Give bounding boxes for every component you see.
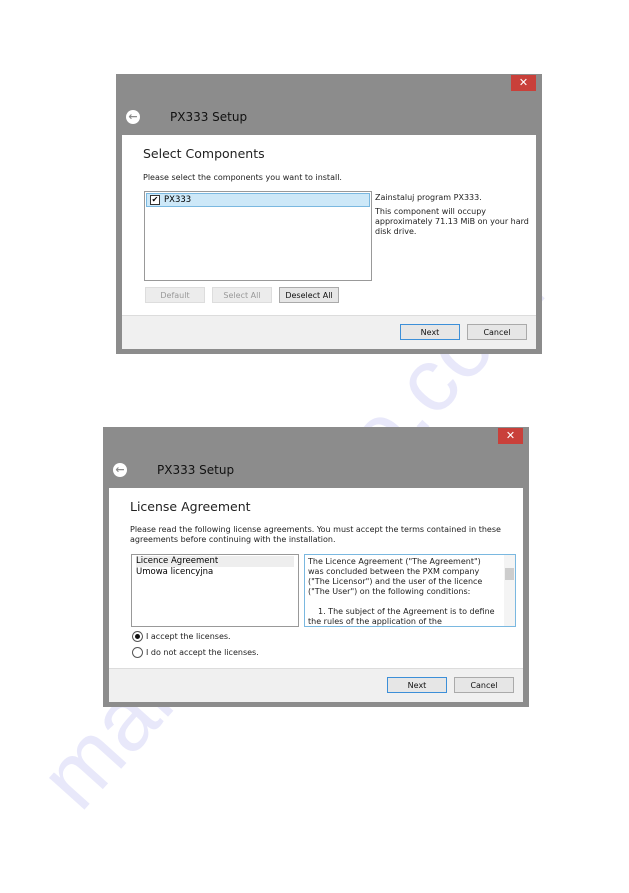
accept-radio[interactable]: [132, 631, 143, 642]
footer: Next Cancel: [122, 315, 536, 349]
window-title: PX333 Setup: [157, 463, 235, 477]
page-heading: License Agreement: [130, 499, 251, 514]
instruction-text: Please select the components you want to…: [143, 173, 342, 182]
instruction-text: Please read the following license agreem…: [130, 525, 501, 544]
close-button[interactable]: ✕: [511, 75, 536, 91]
component-label: PX333: [164, 195, 192, 205]
content-area: Select Components Please select the comp…: [122, 135, 536, 315]
scrollbar[interactable]: [504, 555, 515, 626]
license-text: The Licence Agreement ("The Agreement") …: [308, 557, 483, 596]
content-area: License Agreement Please read the follow…: [109, 488, 523, 668]
space-required-text: This component will occupy approximately…: [375, 207, 529, 236]
license-item[interactable]: Licence Agreement: [136, 556, 294, 567]
select-all-button[interactable]: Select All: [212, 287, 272, 303]
cancel-button[interactable]: Cancel: [454, 677, 514, 693]
deselect-all-button[interactable]: Deselect All: [279, 287, 339, 303]
cancel-button[interactable]: Cancel: [467, 324, 527, 340]
footer: Next Cancel: [109, 668, 523, 702]
close-button[interactable]: ✕: [498, 428, 523, 444]
decline-radio[interactable]: [132, 647, 143, 658]
page-heading: Select Components: [143, 146, 265, 161]
checkbox[interactable]: ✔: [150, 195, 160, 205]
default-button[interactable]: Default: [145, 287, 205, 303]
license-item[interactable]: Umowa licencyjna: [136, 567, 294, 578]
components-list[interactable]: ✔ PX333: [144, 191, 372, 281]
select-components-dialog: ✕ ← PX333 Setup Select Components Please…: [116, 74, 542, 354]
scrollbar-thumb[interactable]: [505, 568, 514, 580]
license-text-box[interactable]: The Licence Agreement ("The Agreement") …: [304, 554, 516, 627]
back-arrow-icon[interactable]: ←: [113, 463, 127, 477]
component-description: Zainstaluj program PX333.: [375, 193, 482, 202]
decline-label[interactable]: I do not accept the licenses.: [146, 648, 259, 658]
license-text-continued: 1. The subject of the Agreement is to de…: [308, 607, 495, 626]
back-arrow-icon[interactable]: ←: [126, 110, 140, 124]
license-list[interactable]: Licence Agreement Umowa licencyjna: [131, 554, 299, 627]
window-title: PX333 Setup: [170, 110, 248, 124]
accept-label[interactable]: I accept the licenses.: [146, 632, 231, 642]
license-agreement-dialog: ✕ ← PX333 Setup License Agreement Please…: [103, 427, 529, 707]
next-button[interactable]: Next: [400, 324, 460, 340]
next-button[interactable]: Next: [387, 677, 447, 693]
component-item[interactable]: ✔ PX333: [146, 193, 370, 207]
